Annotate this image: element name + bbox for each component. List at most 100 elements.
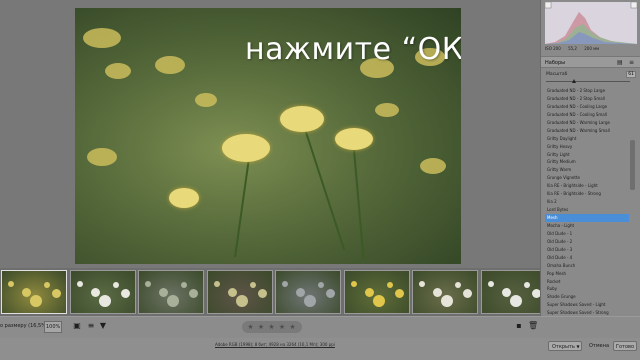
preset-item[interactable]: Rocket <box>545 278 629 286</box>
preset-item[interactable]: Old Dude - 2 <box>545 238 629 246</box>
preset-item[interactable]: Ilia RE - Brightside - Light <box>545 182 629 190</box>
right-panel: ISO 200 55,2 200 мм Наборы ▤ ≡ Масштаб 6… <box>540 0 640 316</box>
image-canvas: нажмите “ОК” <box>0 0 540 268</box>
info-focal: 55,2 <box>568 46 577 51</box>
preset-list: Graduated ND - 2 Stop Large Graduated ND … <box>545 87 629 316</box>
thumbnail-flower <box>22 288 31 297</box>
preset-item[interactable]: Gritty Heavy <box>545 143 629 151</box>
preset-item[interactable]: Gritty Warm <box>545 166 629 174</box>
new-preset-icon[interactable]: ▤ <box>617 59 623 66</box>
chevron-down-icon: ▼ <box>576 344 580 349</box>
thumbnail-flower <box>455 282 461 288</box>
preset-item[interactable]: Grunge Vignette <box>545 174 629 182</box>
preset-item[interactable]: Shade Grunge <box>545 293 629 301</box>
preset-item[interactable]: Graduated ND - Cooling Small <box>545 111 629 119</box>
thumbnail-flower <box>76 281 83 287</box>
flower-stem <box>353 149 365 260</box>
bokeh-highlight <box>87 148 117 166</box>
filmstrip-thumbnail[interactable] <box>480 270 547 314</box>
preset-item[interactable]: Mesh <box>545 214 629 222</box>
filmstrip <box>0 268 547 316</box>
done-button[interactable]: Готово <box>613 341 637 351</box>
preset-item[interactable]: Mocha - Light <box>545 222 629 230</box>
thumbnail-flower <box>350 281 357 287</box>
thumbnail-flower <box>227 288 237 297</box>
thumbnail-flower <box>98 295 111 307</box>
photo-preview[interactable]: нажмите “ОК” <box>75 8 461 264</box>
thumbnail-flower <box>509 295 522 307</box>
preset-item[interactable]: Old Dude - 3 <box>545 246 629 254</box>
bottom-toolbar: о размеру (16,5%) 100% ▣ ≡ ▼ ★ ★ ★ ★ ★ ▪… <box>0 316 640 338</box>
filmstrip-thumbnail[interactable] <box>343 270 410 314</box>
thumbnail-flower <box>159 288 168 297</box>
preset-list-scrollbar[interactable] <box>630 140 635 190</box>
preset-item[interactable]: Omaha Bunch <box>545 262 629 270</box>
cancel-button[interactable]: Отмена <box>589 341 609 351</box>
info-iso: ISO 200 <box>545 46 561 51</box>
preset-item[interactable]: Graduated ND - 2 Stop Large <box>545 87 629 95</box>
thumbnail-flower <box>44 282 50 288</box>
thumbnail-flower <box>296 288 305 297</box>
thumbnail-flower <box>326 289 335 298</box>
thumbnail-flower <box>181 282 187 288</box>
thumbnail-flower <box>189 289 198 298</box>
zoom-select[interactable]: 100% <box>44 321 62 333</box>
preset-item[interactable]: Super Shadows Saved - Strong <box>545 309 629 316</box>
presets-panel-header: Наборы ▤ ≡ <box>541 56 640 68</box>
thumbnail-flower <box>501 288 511 297</box>
panel-menu-icon[interactable]: ≡ <box>629 59 634 66</box>
preset-item[interactable]: Gritty Light <box>545 151 629 159</box>
thumbnail-flower <box>463 289 472 298</box>
filmstrip-thumbnail[interactable] <box>1 270 67 314</box>
thumbnail-flower <box>249 282 256 288</box>
zoom-fit-label[interactable]: о размеру (16,5%) <box>0 323 48 329</box>
thumbnail-flower <box>90 288 100 297</box>
trash-icon[interactable]: 🗑 <box>528 321 538 331</box>
preset-item[interactable]: Old Dude - 4 <box>545 254 629 262</box>
filmstrip-toggle-icon[interactable]: ▪ <box>514 321 524 331</box>
thumbnail-flower <box>257 289 267 298</box>
preset-item[interactable]: Ilia RE - Brightside - Strong <box>545 190 629 198</box>
open-image-button[interactable]: Открыть ▼ <box>548 341 582 351</box>
star-rating[interactable]: ★ ★ ★ ★ ★ <box>242 321 302 333</box>
thumbnail-flower <box>213 281 220 287</box>
preset-item[interactable]: Graduated ND - 2 Stop Small <box>545 95 629 103</box>
filmstrip-thumbnail[interactable] <box>69 270 136 314</box>
amount-slider-track[interactable] <box>546 81 630 82</box>
preset-item[interactable]: Gritty Medium <box>545 158 629 166</box>
preset-item[interactable]: Pop Mesh <box>545 270 629 278</box>
thumbnail-flower <box>394 289 404 298</box>
amount-slider-thumb[interactable] <box>572 79 576 83</box>
preset-item[interactable]: Super Shadows Saved - Light <box>545 301 629 309</box>
dandelion-flower <box>335 128 373 150</box>
filmstrip-thumbnail[interactable] <box>206 270 273 314</box>
preset-item[interactable]: Graduated ND - Cooling Large <box>545 103 629 111</box>
filmstrip-thumbnail[interactable] <box>138 270 204 314</box>
amount-value-field[interactable]: 61 <box>626 71 636 78</box>
thumbnail-flower <box>523 282 530 288</box>
bokeh-highlight <box>420 158 446 174</box>
thumbnail-flower <box>318 282 324 288</box>
bokeh-highlight <box>105 63 131 79</box>
sort-icon[interactable]: ≡ <box>86 321 96 331</box>
preset-item[interactable]: Gritty Daylight <box>545 135 629 143</box>
thumbnail-flower <box>235 295 248 307</box>
thumbnail-flower <box>364 288 374 297</box>
preset-item[interactable]: Ilia 2 <box>545 198 629 206</box>
preset-item[interactable]: Graduated ND - Warming Small <box>545 127 629 135</box>
preset-item[interactable]: Ruby <box>545 285 629 293</box>
compare-view-icon[interactable]: ▣ <box>72 321 82 331</box>
status-bar: Adobe RGB (1998); 8 бит; 4928 на 3264 (1… <box>0 338 640 360</box>
preset-item[interactable]: Old Dude - 1 <box>545 230 629 238</box>
info-length: 200 мм <box>584 46 600 51</box>
filmstrip-thumbnail[interactable] <box>275 270 341 314</box>
workflow-options-link[interactable]: Adobe RGB (1998); 8 бит; 4928 на 3264 (1… <box>215 342 335 347</box>
preset-item[interactable]: Lord Bytes <box>545 206 629 214</box>
thumbnail-flower <box>372 295 385 307</box>
filter-icon[interactable]: ▼ <box>98 321 108 331</box>
thumbnail-flower <box>386 282 393 288</box>
thumbnail-flower <box>487 281 494 287</box>
filmstrip-thumbnail[interactable] <box>412 270 478 314</box>
preset-item[interactable]: Graduated ND - Warming Large <box>545 119 629 127</box>
thumbnail-flower <box>30 295 42 307</box>
